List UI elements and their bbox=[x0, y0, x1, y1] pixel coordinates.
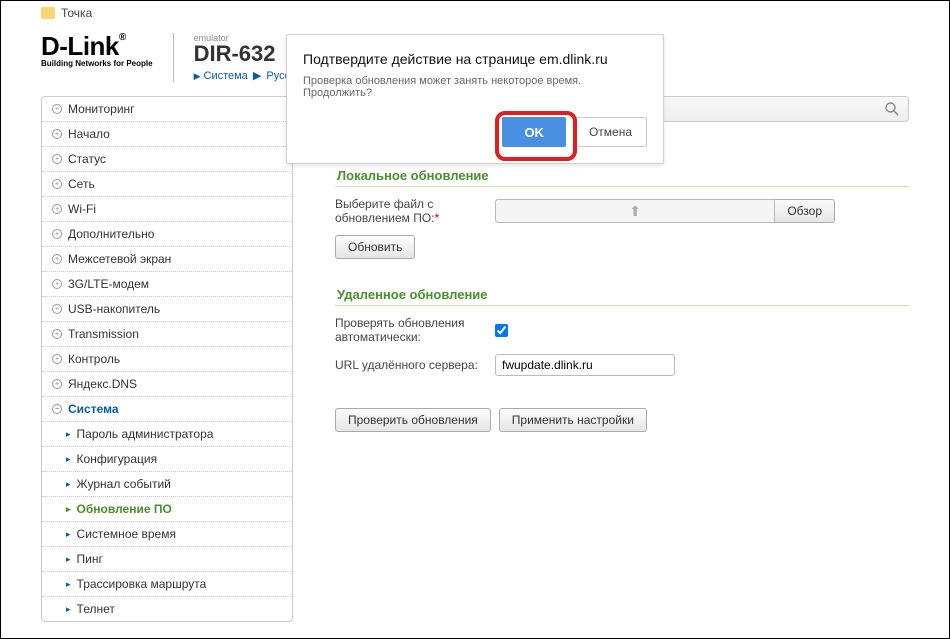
bullet-icon: + bbox=[52, 204, 62, 214]
apply-settings-button[interactable]: Применить настройки bbox=[499, 408, 647, 432]
bullet-icon: + bbox=[52, 229, 62, 239]
chevron-right-icon: ▸ bbox=[66, 504, 71, 515]
bullet-icon: + bbox=[52, 304, 62, 314]
search-icon bbox=[884, 101, 900, 117]
sidebar-sub-traceroute[interactable]: ▸Трассировка маршрута bbox=[42, 572, 292, 597]
sidebar-item-status[interactable]: +Статус bbox=[42, 147, 292, 172]
auto-check-checkbox[interactable] bbox=[495, 324, 508, 337]
model-block: emulator DIR-632 ▶Система ▶ Русс bbox=[194, 33, 291, 82]
bullet-icon: + bbox=[52, 154, 62, 164]
browse-button[interactable]: Обзор bbox=[775, 199, 835, 223]
check-updates-button[interactable]: Проверить обновления bbox=[335, 408, 491, 432]
bullet-icon: + bbox=[52, 129, 62, 139]
sidebar-sub-log[interactable]: ▸Журнал событий bbox=[42, 472, 292, 497]
url-input[interactable] bbox=[495, 354, 675, 376]
dialog-message: Проверка обновления может занять некотор… bbox=[303, 75, 647, 99]
bullet-icon: + bbox=[52, 329, 62, 339]
dialog-ok-button[interactable]: OK bbox=[502, 117, 566, 147]
update-button[interactable]: Обновить bbox=[335, 235, 415, 259]
sidebar-sub-telnet[interactable]: ▸Телнет bbox=[42, 597, 292, 621]
chevron-right-icon: ▸ bbox=[66, 554, 71, 565]
chevron-right-icon: ▸ bbox=[66, 454, 71, 465]
bullet-icon: + bbox=[52, 279, 62, 289]
sidebar-item-transmission[interactable]: +Transmission bbox=[42, 322, 292, 347]
chevron-right-icon: ▸ bbox=[66, 429, 71, 440]
sidebar-item-control[interactable]: +Контроль bbox=[42, 347, 292, 372]
chevron-right-icon: ▸ bbox=[66, 579, 71, 590]
bullet-icon: + bbox=[52, 254, 62, 264]
bullet-icon: + bbox=[52, 379, 62, 389]
sidebar-item-monitoring[interactable]: +Мониторинг bbox=[42, 97, 292, 122]
sidebar-item-system[interactable]: −Система bbox=[42, 397, 292, 422]
sidebar-item-3glte[interactable]: +3G/LTE-модем bbox=[42, 272, 292, 297]
url-field-label: URL удалённого сервера: bbox=[335, 358, 485, 372]
logo-tagline: Building Networks for People bbox=[41, 59, 153, 68]
dialog-title: Подтвердите действие на странице em.dlin… bbox=[303, 51, 647, 67]
file-input[interactable]: ⬆ Обзор bbox=[495, 199, 835, 223]
logo-brand: D-Link® bbox=[41, 33, 153, 59]
bullet-icon: − bbox=[52, 404, 62, 414]
auto-check-label: Проверять обновления автоматически: bbox=[335, 316, 485, 344]
folder-label: Точка bbox=[61, 6, 92, 20]
bullet-icon: + bbox=[52, 104, 62, 114]
model-name: DIR-632 bbox=[194, 43, 291, 65]
sidebar-item-wifi[interactable]: +Wi-Fi bbox=[42, 197, 292, 222]
folder-icon bbox=[41, 7, 55, 19]
main-content: Система / Обновление ПО Локальное обновл… bbox=[309, 96, 909, 622]
sidebar-item-firewall[interactable]: +Межсетевой экран bbox=[42, 247, 292, 272]
section-remote-update: Удаленное обновление bbox=[335, 287, 909, 306]
breadcrumb-system[interactable]: Система bbox=[204, 70, 248, 82]
folder-bar: Точка bbox=[1, 1, 949, 25]
section-local-update: Локальное обновление bbox=[335, 168, 909, 187]
chevron-right-icon: ▸ bbox=[66, 604, 71, 615]
chevron-right-icon: ▸ bbox=[66, 529, 71, 540]
sidebar-item-start[interactable]: +Начало bbox=[42, 122, 292, 147]
sidebar-item-advanced[interactable]: +Дополнительно bbox=[42, 222, 292, 247]
sidebar-sub-time[interactable]: ▸Системное время bbox=[42, 522, 292, 547]
upload-icon: ⬆ bbox=[495, 199, 775, 223]
file-choose-label: Выберите файл с обновлением ПО:* bbox=[335, 197, 485, 225]
sidebar-sub-firmware[interactable]: ▸Обновление ПО bbox=[42, 497, 292, 522]
confirm-dialog: Подтвердите действие на странице em.dlin… bbox=[286, 34, 664, 164]
bullet-icon: + bbox=[52, 354, 62, 364]
sidebar-item-network[interactable]: +Сеть bbox=[42, 172, 292, 197]
sidebar-item-yandexdns[interactable]: +Яндекс.DNS bbox=[42, 372, 292, 397]
sidebar-sub-config[interactable]: ▸Конфигурация bbox=[42, 447, 292, 472]
chevron-right-icon: ▸ bbox=[66, 479, 71, 490]
logo: D-Link® Building Networks for People bbox=[41, 33, 153, 68]
sidebar-item-usb[interactable]: +USB-накопитель bbox=[42, 297, 292, 322]
sidebar: +Мониторинг +Начало +Статус +Сеть +Wi-Fi… bbox=[41, 96, 293, 622]
sidebar-sub-ping[interactable]: ▸Пинг bbox=[42, 547, 292, 572]
dialog-cancel-button[interactable]: Отмена bbox=[574, 117, 647, 147]
bullet-icon: + bbox=[52, 179, 62, 189]
breadcrumb: ▶Система ▶ Русс bbox=[194, 69, 291, 82]
sidebar-sub-password[interactable]: ▸Пароль администратора bbox=[42, 422, 292, 447]
